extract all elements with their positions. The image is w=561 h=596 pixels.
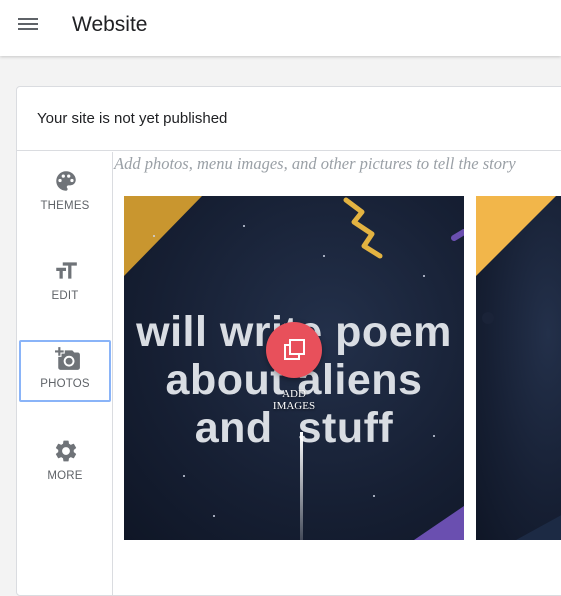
sidebar-item-edit[interactable]: EDIT <box>19 252 111 314</box>
add-images-button[interactable] <box>266 322 322 378</box>
sidebar-item-themes[interactable]: THEMES <box>19 162 111 224</box>
sidebar-item-label: EDIT <box>51 290 79 302</box>
sidebar-item-photos[interactable]: PHOTOS <box>19 340 111 402</box>
photo-tile[interactable] <box>476 196 561 540</box>
add-photo-icon <box>55 347 80 370</box>
hamburger-menu-icon[interactable] <box>18 16 38 32</box>
publish-status-bar: Your site is not yet published <box>17 87 561 151</box>
light-trail <box>300 432 303 540</box>
add-images-label: ADD IMAGES <box>272 388 316 412</box>
sidebar-item-label: THEMES <box>40 200 90 212</box>
photos-panel: Add photos, menu images, and other pictu… <box>114 152 561 595</box>
site-card: Your site is not yet published THEMES ED… <box>16 86 561 596</box>
photos-hint-text: Add photos, menu images, and other pictu… <box>114 154 516 173</box>
palette-icon <box>56 171 76 191</box>
gear-icon <box>55 440 77 462</box>
app-header: Website <box>0 0 561 56</box>
text-size-icon <box>56 262 77 279</box>
sidebar-item-label: PHOTOS <box>40 378 90 390</box>
photo-tile[interactable]: will write poem about aliens and stuff A… <box>124 196 464 540</box>
sidebar: THEMES EDIT PHOTOS MORE <box>17 152 113 595</box>
sidebar-item-more[interactable]: MORE <box>19 432 111 494</box>
publish-status-text: Your site is not yet published <box>37 110 228 127</box>
add-images-icon <box>284 339 305 360</box>
photo-decorations <box>476 196 561 540</box>
sidebar-item-label: MORE <box>47 470 83 482</box>
app-title: Website <box>72 13 148 36</box>
